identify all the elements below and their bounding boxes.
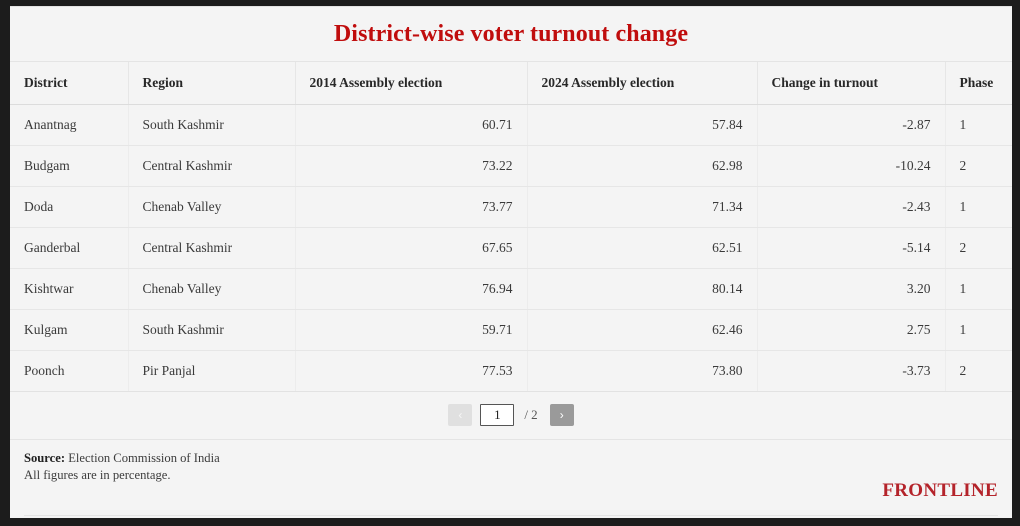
cell-district: Poonch: [10, 350, 129, 392]
cell-e2014: 73.77: [295, 186, 528, 228]
cell-district: Kulgam: [10, 309, 129, 351]
cell-phase: 1: [945, 104, 1012, 146]
cell-region: Chenab Valley: [128, 186, 296, 228]
cell-e2014: 59.71: [295, 309, 528, 351]
cell-e2014: 67.65: [295, 227, 528, 269]
table-body: Anantnag South Kashmir 60.71 57.84 -2.87 1 Bud…: [10, 104, 1012, 392]
cell-phase: 1: [945, 309, 1012, 351]
cell-e2014: 60.71: [295, 104, 528, 146]
table-head: District Region 2014 Assembly election 2024…: [10, 62, 1012, 105]
footer: Source: Election Commission of India All…: [10, 440, 1012, 518]
table-row: Poonch Pir Panjal 77.53 73.80 -3.73 2: [10, 350, 1012, 392]
cell-e2024: 73.80: [527, 350, 758, 392]
cell-change: -2.87: [757, 104, 946, 146]
page-title: District-wise voter turnout change: [333, 21, 689, 47]
cell-region: Chenab Valley: [128, 268, 296, 310]
cell-e2024: 80.14: [527, 268, 758, 310]
table-header-row: District Region 2014 Assembly election 2024…: [10, 62, 1012, 105]
column-header-phase: Phase: [945, 62, 1012, 105]
cell-district: Kishtwar: [10, 268, 129, 310]
cell-e2014: 73.22: [295, 145, 528, 187]
table-row: Budgam Central Kashmir 73.22 62.98 -10.24 2: [10, 145, 1012, 187]
cell-region: Pir Panjal: [128, 350, 296, 392]
cell-change: -3.73: [757, 350, 946, 392]
cell-region: South Kashmir: [128, 104, 296, 146]
column-header-e2024: 2024 Assembly election: [527, 62, 758, 105]
cell-district: Doda: [10, 186, 129, 228]
cell-change: -2.43: [757, 186, 946, 228]
previous-page-button[interactable]: ‹: [448, 404, 473, 426]
cell-region: South Kashmir: [128, 309, 296, 351]
source-line: Source: Election Commission of India: [24, 450, 220, 467]
cell-e2024: 71.34: [527, 186, 758, 228]
cell-district: Anantnag: [10, 104, 129, 146]
table-card: District-wise voter turnout change Distr…: [10, 6, 1012, 518]
source-label: Source:: [24, 451, 66, 465]
cell-e2014: 76.94: [295, 268, 528, 310]
pagination-bar: ‹ / 2 ›: [10, 392, 1012, 440]
total-pages-label: / 2: [524, 407, 538, 422]
cell-e2024: 57.84: [527, 104, 758, 146]
table-row: Anantnag South Kashmir 60.71 57.84 -2.87 1: [10, 104, 1012, 146]
cell-e2014: 77.53: [295, 350, 528, 392]
data-table-wrapper: District Region 2014 Assembly election 2024…: [10, 62, 1012, 392]
cell-change: 2.75: [757, 309, 946, 351]
cell-change: -5.14: [757, 227, 946, 269]
cell-e2024: 62.98: [527, 145, 758, 187]
footer-divider: [24, 515, 998, 516]
table-row: Doda Chenab Valley 73.77 71.34 -2.43 1: [10, 186, 1012, 228]
cell-phase: 1: [945, 186, 1012, 228]
footer-note: All figures are in percentage.: [24, 467, 171, 482]
cell-phase: 2: [945, 350, 1012, 392]
cell-phase: 1: [945, 268, 1012, 310]
page-number-input[interactable]: [480, 404, 515, 426]
screenshot-frame: District-wise voter turnout change Distr…: [0, 0, 1020, 526]
table-row: Kishtwar Chenab Valley 76.94 80.14 3.20 1: [10, 268, 1012, 310]
title-bar: District-wise voter turnout change: [10, 7, 1012, 62]
next-page-button[interactable]: ›: [549, 404, 574, 426]
cell-region: Central Kashmir: [128, 227, 296, 269]
column-header-e2014: 2014 Assembly election: [295, 62, 528, 105]
cell-phase: 2: [945, 227, 1012, 269]
column-header-district: District: [10, 62, 129, 105]
table-row: Kulgam South Kashmir 59.71 62.46 2.75 1: [10, 309, 1012, 351]
column-header-region: Region: [128, 62, 296, 105]
cell-change: 3.20: [757, 268, 946, 310]
cell-phase: 2: [945, 145, 1012, 187]
cell-district: Ganderbal: [10, 227, 129, 269]
source-block: Source: Election Commission of India All…: [24, 450, 220, 483]
cell-change: -10.24: [757, 145, 946, 187]
cell-e2024: 62.51: [527, 227, 758, 269]
frontline-logo: FRONTLINE: [882, 480, 998, 501]
cell-region: Central Kashmir: [128, 145, 296, 187]
source-value: Election Commission of India: [65, 451, 220, 465]
turnout-table: District Region 2014 Assembly election 2024…: [10, 62, 1012, 392]
table-row: Ganderbal Central Kashmir 67.65 62.51 -5.14 2: [10, 227, 1012, 269]
cell-e2024: 62.46: [527, 309, 758, 351]
column-header-change: Change in turnout: [757, 62, 946, 105]
cell-district: Budgam: [10, 145, 129, 187]
